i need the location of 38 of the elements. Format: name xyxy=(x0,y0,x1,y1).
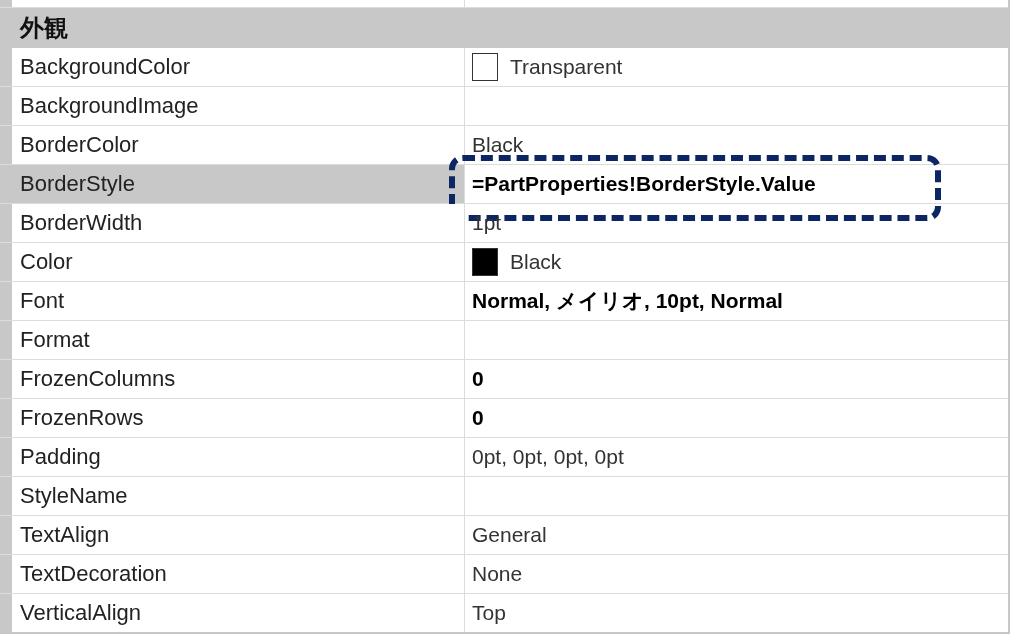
property-value[interactable]: Top xyxy=(465,594,1008,632)
property-value[interactable]: Normal, メイリオ, 10pt, Normal xyxy=(465,282,1008,320)
property-name[interactable]: FrozenRows xyxy=(0,399,465,437)
property-name[interactable]: BorderStyle xyxy=(0,165,465,203)
value-text: Normal, メイリオ, 10pt, Normal xyxy=(472,288,783,314)
value-text: Top xyxy=(472,601,506,625)
value-text: Black xyxy=(472,133,524,157)
property-name[interactable]: StyleName xyxy=(0,477,465,515)
property-name[interactable]: BackgroundImage xyxy=(0,87,465,125)
property-name[interactable]: BorderColor xyxy=(0,126,465,164)
value-text: None xyxy=(472,562,523,586)
value-text: Black xyxy=(510,250,562,274)
property-value[interactable]: 0 xyxy=(465,399,1008,437)
property-value[interactable]: Transparent xyxy=(465,48,1008,86)
property-value[interactable]: =PartProperties!BorderStyle.Value xyxy=(465,165,1008,203)
property-value[interactable]: Black xyxy=(465,243,1008,281)
property-name[interactable]: VerticalAlign xyxy=(0,594,465,632)
property-name[interactable]: Padding xyxy=(0,438,465,476)
property-name[interactable]: Color xyxy=(0,243,465,281)
property-name[interactable]: BackgroundColor xyxy=(0,48,465,86)
property-name[interactable]: BorderWidth xyxy=(0,204,465,242)
property-name[interactable]: TextAlign xyxy=(0,516,465,554)
value-text: Transparent xyxy=(510,55,623,79)
value-text: 0 xyxy=(472,406,484,430)
property-value[interactable]: Black xyxy=(465,126,1008,164)
property-name[interactable]: Font xyxy=(0,282,465,320)
property-name[interactable]: TextDecoration xyxy=(0,555,465,593)
property-name[interactable]: Format xyxy=(0,321,465,359)
value-text: 0 xyxy=(472,367,484,391)
value-text: 0pt, 0pt, 0pt, 0pt xyxy=(472,445,624,469)
property-value[interactable]: 0 xyxy=(465,360,1008,398)
property-value[interactable]: None xyxy=(465,555,1008,593)
property-value[interactable]: General xyxy=(465,516,1008,554)
section-header[interactable]: 外観 xyxy=(0,8,1008,48)
value-text: =PartProperties!BorderStyle.Value xyxy=(472,172,816,196)
property-name[interactable]: FrozenColumns xyxy=(0,360,465,398)
property-value[interactable]: 0pt, 0pt, 0pt, 0pt xyxy=(465,438,1008,476)
value-text: General xyxy=(472,523,547,547)
